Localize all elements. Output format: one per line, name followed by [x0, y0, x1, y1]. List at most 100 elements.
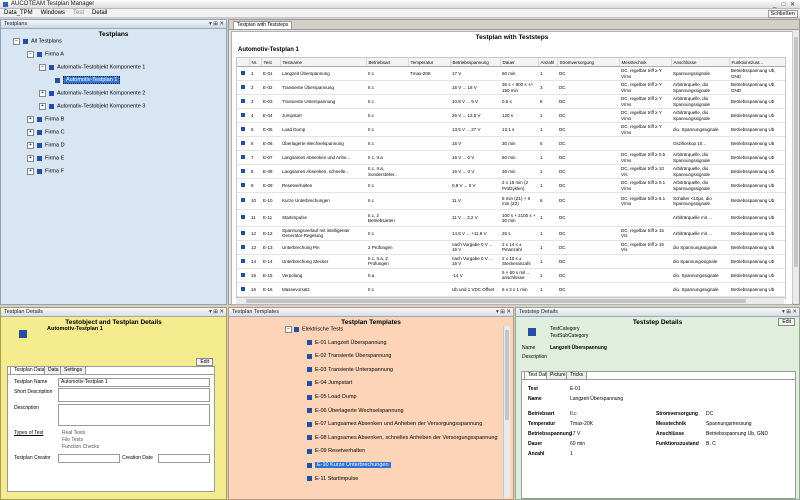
maximize-button[interactable]: □ [779, 2, 788, 8]
table-row[interactable]: 10 E-10 Kurze Unterbrechungen II.c 11 V8 min… [237, 192, 785, 210]
details-edit-button[interactable]: Edit [196, 358, 213, 366]
table-row[interactable]: 13 E-13 Unterbrechung Pin 2 Prüfungen nach V… [237, 240, 785, 255]
row-icon-cell [237, 226, 249, 241]
template-item[interactable]: E-02 Transiente Überspannung [307, 353, 391, 359]
table-row[interactable]: 5 E-05 Load Dump II.c 13,5 V ... 27 V 13.1 s1… [237, 122, 785, 137]
tab-testplan-teststeps[interactable]: Testplan with Teststeps [233, 21, 293, 29]
column-header[interactable]: Messtechnik [619, 58, 672, 67]
table-row[interactable]: 12 E-12 Spannungsverlauf mit intelligenter… [237, 226, 785, 241]
menu-detail[interactable]: Detail [88, 9, 111, 18]
expand-icon[interactable]: + [27, 155, 34, 162]
collapse-icon[interactable]: − [13, 38, 20, 45]
collapse-icon[interactable]: − [39, 64, 46, 71]
column-header[interactable]: Anschlüsse [671, 58, 730, 67]
template-item[interactable]: E-04 Jumpstart [307, 380, 352, 386]
table-row[interactable]: 14 E-14 Unterbrechung Stecker II.c, II.a, 2… [237, 254, 785, 269]
template-item[interactable]: E-07 Langsames Absenken und Anheben der … [307, 421, 482, 427]
expand-icon[interactable]: + [39, 90, 46, 97]
table-row[interactable]: 4 E-04 Jumpstart II.c 26 V ... 13,5 V 120 s1D… [237, 108, 785, 123]
node-icon [37, 143, 42, 148]
close-app-button[interactable]: Schließen [767, 10, 798, 18]
short-description-input[interactable] [58, 388, 210, 402]
column-header[interactable]: Stromversorgung [557, 58, 620, 67]
template-item[interactable]: E-08 Langsames Absenken, schnelles Anheb… [307, 435, 498, 441]
expand-icon[interactable]: + [27, 116, 34, 123]
collapse-icon[interactable]: − [27, 51, 34, 58]
panel-pin-icons[interactable]: ▾ ⊞ ✕ [782, 308, 797, 316]
expand-icon[interactable]: + [27, 168, 34, 175]
table-row[interactable]: 8 E-08 Langsames Absenken, schnelle... II.c… [237, 164, 785, 179]
description-input[interactable] [58, 404, 210, 426]
column-header[interactable]: Betriebsart [366, 58, 409, 67]
table-row[interactable]: 15 E-15 Verpolung II.a -14 V5 × 60 s mit ...… [237, 268, 785, 283]
type-function-checks[interactable]: Function Checks [62, 444, 99, 450]
templates-panel: Testplan Templates ▾ ⊞ ✕ Testplan Templa… [228, 307, 514, 500]
description-label: Description [14, 405, 40, 411]
panel-pin-icons[interactable]: ▾ ⊞ ✕ [209, 20, 224, 28]
tab-tricks[interactable]: Tricks [566, 371, 588, 379]
tab-settings[interactable]: Settings [60, 366, 87, 374]
tree-node[interactable]: − All Testplans [13, 38, 62, 45]
expand-icon[interactable]: + [27, 142, 34, 149]
table-row[interactable]: 9 E-09 Resetverhalten II.c 0,8 V ... 0 V2 x … [237, 178, 785, 193]
tree-node[interactable]: + Firma C [27, 129, 65, 136]
teststeps-hscrollbar[interactable] [236, 297, 784, 304]
type-file-tests[interactable]: File Tests [62, 437, 83, 443]
expand-icon[interactable]: + [27, 129, 34, 136]
table-cell: Betriebsspannung Ub [729, 136, 785, 151]
creation-date-input[interactable] [158, 454, 210, 463]
panel-pin-icons[interactable]: ▾ ⊞ ✕ [209, 308, 224, 316]
templates-vscrollbar[interactable] [503, 326, 510, 498]
column-header[interactable]: Anzahl [538, 58, 558, 67]
tree-node[interactable]: + Firma E [27, 155, 64, 162]
tree-node[interactable]: − Firma A [27, 51, 64, 58]
edit-button-teststep[interactable]: Edit [778, 318, 795, 326]
expand-icon[interactable]: + [39, 103, 46, 110]
template-item[interactable]: E-03 Transiente Unterspannung [307, 367, 393, 373]
table-row[interactable]: 7 E-07 Langsames Absenken und Anhe... II.c,… [237, 150, 785, 165]
menu-windows[interactable]: Windows [37, 9, 69, 18]
table-cell: Load Dump [280, 122, 366, 137]
table-row[interactable]: 2 E-02 Transiente Überspannung II.c 16 V ...… [237, 80, 785, 95]
table-row[interactable]: 16 E-16 Massevorsatz II.c Ub und 1 VDC Offse… [237, 282, 785, 297]
panel-pin-icons[interactable]: ▾ ⊞ ✕ [496, 308, 511, 316]
table-cell: DC [557, 150, 619, 165]
table-row[interactable]: 11 E-11 Startimpulse II.c, 2 Betriebsarten 1… [237, 209, 785, 227]
tree-node[interactable]: + Firma F [27, 168, 64, 175]
template-item[interactable]: E-05 Load Dump [307, 394, 357, 400]
teststeps-vscrollbar[interactable] [792, 31, 799, 303]
tree-node[interactable]: + Automativ-Testobjekt Komponente 2 [39, 90, 145, 97]
template-item[interactable]: E-11 Startimpulse [307, 476, 358, 482]
column-header[interactable]: Funktionszust... [729, 58, 785, 67]
type-real-tests[interactable]: Real Tests [62, 430, 85, 436]
collapse-icon[interactable]: − [285, 326, 292, 333]
tree-node[interactable]: + Firma B [27, 116, 64, 123]
table-row[interactable]: 6 E-06 Überlagerte Wechselspannung II.c 16 V… [237, 136, 785, 151]
template-item[interactable]: E-06 Überlagerte Wechselspannung [307, 408, 404, 414]
menu-test[interactable]: Test [69, 9, 88, 18]
column-header[interactable]: Nr. [249, 58, 262, 67]
template-item[interactable]: E-09 Resetverhalten [307, 448, 365, 454]
column-header[interactable]: Dauer [500, 58, 539, 67]
table-row[interactable]: 1 E-01 Langzeit Überspannung II.c Tmax-20K 17… [237, 66, 785, 81]
tree-node[interactable]: + Automativ-Testobjekt Komponente 3 [39, 103, 145, 110]
column-header[interactable]: Temperatur [408, 58, 451, 67]
minimize-button[interactable]: _ [770, 2, 779, 8]
tree-node[interactable]: + Firma D [27, 142, 65, 149]
template-item[interactable]: − Elektrische Tests [285, 326, 343, 333]
close-button[interactable]: ✕ [788, 1, 797, 8]
teststep-icon [241, 126, 245, 131]
column-header[interactable]: Test [261, 58, 281, 67]
creator-input[interactable] [58, 454, 120, 463]
table-row[interactable]: 3 E-03 Transiente Unterspannung II.c 10.8 V … [237, 94, 785, 109]
tree-node[interactable]: Automotiv-Testplan 1 [55, 76, 121, 84]
testplan-name-input[interactable]: Automotiv-Testplan 1 [58, 378, 210, 387]
column-header[interactable]: Betriebsspannung [450, 58, 501, 67]
column-header[interactable] [237, 58, 250, 67]
template-item[interactable]: E-01 Langzeit Überspannung [307, 340, 387, 346]
template-item[interactable]: E-10 Kurze Unterbrechungen [307, 462, 391, 468]
tab-testplan-data[interactable]: Testplan Data [10, 366, 49, 374]
column-header[interactable]: Testname [280, 58, 367, 67]
menu-data[interactable]: Data_TPM [0, 9, 37, 18]
tree-node[interactable]: − Automativ-Testobjekt Komponente 1 [39, 64, 145, 71]
